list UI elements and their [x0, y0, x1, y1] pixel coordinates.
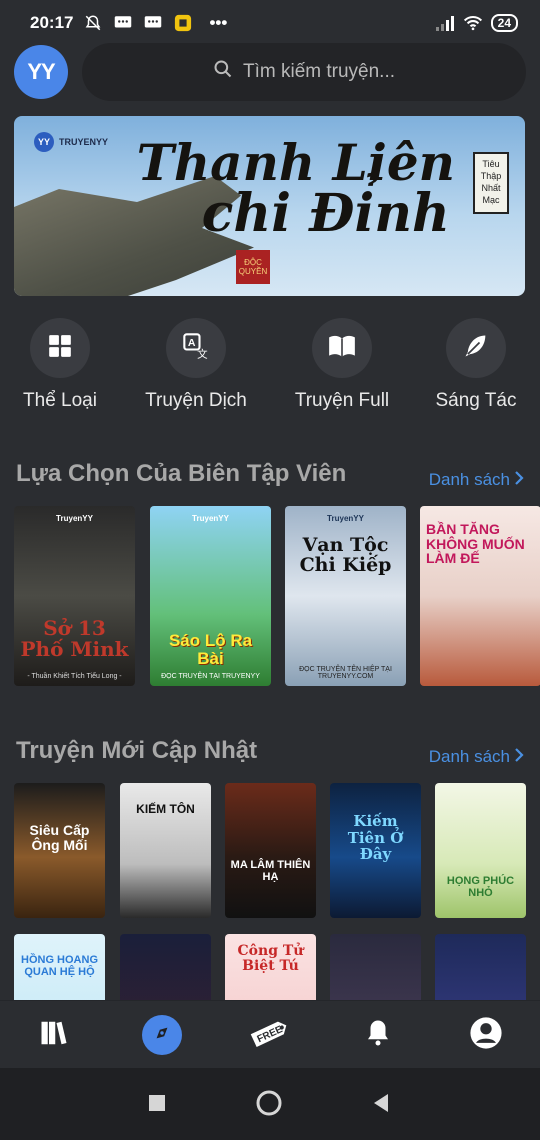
book-cover[interactable]: HỒNG HOANG QUAN HỆ HỘ — [14, 934, 105, 1000]
message-icon — [113, 14, 133, 32]
square-icon — [148, 1094, 166, 1117]
book-open-icon — [327, 333, 357, 364]
category-truyen-dich[interactable]: A文 Truyện Dịch — [136, 318, 256, 412]
banner-brand-label: TRUYENYY — [59, 137, 109, 147]
cover-subtitle: - Thuần Khiết Tích Tiểu Long - — [27, 673, 122, 680]
wifi-icon — [463, 14, 483, 32]
battery-indicator: 24 — [490, 14, 518, 32]
more-notifications: ••• — [209, 13, 228, 32]
category-label: Sáng Tác — [435, 390, 517, 411]
banner-brand: YY TRUYENYY — [34, 132, 108, 152]
book-cover[interactable]: TruyenYY Sở 13 Phố Mink - Thuần Khiết Tí… — [14, 506, 135, 686]
tab-notifications[interactable] — [358, 1015, 398, 1055]
signal-icon — [435, 14, 455, 32]
latest-grid-row-1: Siêu Cấp Ông Mối KIẾM TÔN MA LÂM THIÊN H… — [14, 783, 540, 919]
grid-icon — [47, 333, 73, 364]
book-cover[interactable]: MA LÂM THIÊN HẠ — [225, 783, 316, 918]
system-nav-bar — [0, 1068, 540, 1140]
cover-title: HỒNG HOANG QUAN HỆ HỘ — [21, 954, 98, 979]
cover-title: BẦN TĂNG KHÔNG MUỐN LÀM ĐẾ — [426, 521, 525, 567]
latest-list-link[interactable]: Danh sách — [429, 747, 524, 767]
book-cover[interactable]: TruyenYY Vạn Tộc Chi Kiếp ĐỌC TRUYỆN TÊN… — [285, 506, 406, 686]
book-cover[interactable] — [120, 934, 211, 1000]
cover-title: KIẾM TÔN — [136, 802, 195, 816]
app-header: YY Tìm kiếm truyện... — [14, 43, 526, 101]
avatar[interactable]: YY — [14, 45, 68, 99]
back-triangle-icon — [372, 1093, 390, 1118]
category-shortcuts: Thể Loại A文 Truyện Dịch Truyện Full Sáng… — [0, 318, 540, 428]
cover-subtitle: ĐỌC TRUYỆN TẠI TRUYENYY — [161, 673, 260, 680]
tab-free[interactable]: FREE — [250, 1015, 290, 1055]
bottom-tab-bar: FREE — [0, 1000, 540, 1068]
cover-title: Công Tử Biệt Tú — [237, 943, 304, 975]
compass-icon — [149, 1020, 175, 1051]
circle-home-icon — [255, 1089, 283, 1122]
book-cover[interactable]: HỌNG PHÚC NHỎ — [435, 783, 526, 918]
banner-title: Thanh Liên chi Đỉnh — [137, 138, 455, 240]
cover-badge: TruyenYY — [327, 514, 364, 523]
cover-badge: TruyenYY — [192, 514, 229, 523]
category-sang-tac[interactable]: Sáng Tác — [416, 318, 536, 412]
book-cover[interactable]: Công Tử Biệt Tú — [225, 934, 316, 1000]
banner-title-line1: Thanh Liên — [136, 133, 455, 192]
banner-title-line2: chi Đỉnh — [201, 183, 450, 244]
book-cover[interactable] — [330, 934, 421, 1000]
banner-seal: ĐỘC QUYỀN — [236, 250, 270, 284]
tab-bookshelf[interactable] — [34, 1015, 74, 1055]
app-notification-icon — [173, 14, 193, 32]
latest-grid-row-2: HỒNG HOANG QUAN HỆ HỘ Công Tử Biệt Tú — [14, 934, 540, 1000]
editors-pick-carousel: TruyenYY Sở 13 Phố Mink - Thuần Khiết Tí… — [14, 506, 540, 688]
book-cover[interactable] — [435, 934, 526, 1000]
category-label: Thể Loại — [23, 390, 97, 411]
category-label: Truyện Full — [294, 390, 390, 411]
cover-title: HỌNG PHÚC NHỎ — [446, 875, 515, 900]
tab-discover[interactable] — [142, 1015, 182, 1055]
cover-badge: TruyenYY — [56, 514, 93, 523]
list-link-label: Danh sách — [428, 747, 510, 766]
tab-account[interactable] — [466, 1015, 506, 1055]
chevron-right-icon — [514, 470, 524, 490]
section-title-editors-pick: Lựa Chọn Của Biên Tập Viên — [16, 460, 347, 487]
book-cover[interactable]: TruyenYY Sáo Lộ Ra Bài ĐỌC TRUYỆN TẠI TR… — [150, 506, 271, 686]
book-cover[interactable]: BẦN TĂNG KHÔNG MUỐN LÀM ĐẾ — [420, 506, 540, 686]
translate-icon: A文 — [182, 332, 210, 365]
back-button[interactable] — [366, 1090, 396, 1120]
book-cover[interactable]: Siêu Cấp Ông Mối — [14, 783, 105, 918]
status-bar: 20:17 ••• 24 — [0, 0, 540, 46]
category-label: Truyện Dịch — [145, 390, 247, 411]
account-icon — [469, 1016, 503, 1055]
search-icon — [213, 59, 233, 85]
section-title-latest: Truyện Mới Cập Nhật — [16, 737, 258, 764]
status-time: 20:17 — [30, 13, 74, 32]
banner-author-tag: Tiêu Thập Nhất Mạc — [473, 152, 509, 214]
home-button[interactable] — [254, 1090, 284, 1120]
brand-logo-icon: YY — [34, 132, 54, 152]
book-cover[interactable]: Kiếm Tiên Ở Đây — [330, 783, 421, 918]
cover-title: Kiếm Tiên Ở Đây — [347, 812, 404, 863]
chevron-right-icon — [514, 747, 524, 767]
feather-icon — [462, 332, 490, 365]
list-link-label: Danh sách — [428, 470, 510, 489]
featured-banner[interactable]: YY TRUYENYY Thanh Liên chi Đỉnh Tiêu Thậ… — [14, 116, 525, 296]
svg-text:文: 文 — [197, 347, 208, 359]
cover-subtitle: ĐỌC TRUYỆN TÊN HIỆP TẠI TRUYENYY.COM — [299, 666, 392, 680]
message-icon-2 — [143, 14, 163, 32]
bookshelf-icon — [39, 1018, 69, 1053]
recents-button[interactable] — [142, 1090, 172, 1120]
book-cover[interactable]: KIẾM TÔN — [120, 783, 211, 918]
cover-title: Sở 13 Phố Mink — [20, 616, 129, 661]
cover-title: MA LÂM THIÊN HẠ — [230, 859, 311, 884]
category-truyen-full[interactable]: Truyện Full — [282, 318, 402, 412]
cover-title: Sáo Lộ Ra Bài — [168, 631, 253, 668]
category-the-loai[interactable]: Thể Loại — [0, 318, 120, 412]
search-bar[interactable]: Tìm kiếm truyện... — [82, 43, 526, 101]
search-placeholder: Tìm kiếm truyện... — [242, 61, 396, 82]
free-tag-icon: FREE — [248, 1016, 292, 1055]
editors-pick-list-link[interactable]: Danh sách — [429, 470, 524, 490]
svg-text:A: A — [188, 337, 196, 349]
bell-icon — [363, 1018, 393, 1053]
cover-title: Vạn Tộc Chi Kiếp — [299, 534, 392, 576]
mute-bell-icon — [83, 14, 103, 32]
cover-title: Siêu Cấp Ông Mối — [29, 822, 90, 854]
